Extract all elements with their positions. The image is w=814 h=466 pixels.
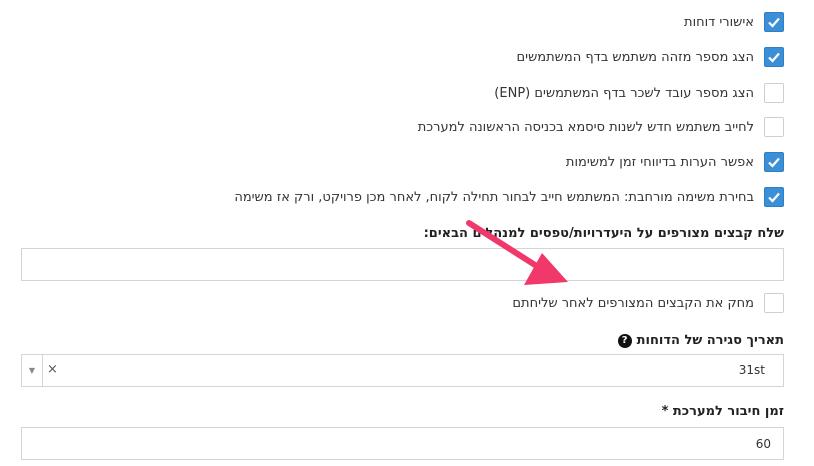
checkmark-icon <box>768 157 780 168</box>
setting-label: מחק את הקבצים המצורפים לאחר שליחתם <box>512 295 754 311</box>
closing-date-label: תאריך סגירה של הדוחות ? <box>617 333 784 348</box>
checkmark-icon <box>768 52 780 63</box>
attachments-email-input[interactable] <box>21 248 784 281</box>
closing-date-select[interactable]: ▼ × 31st <box>21 354 784 387</box>
setting-row-show-user-id[interactable]: הצג מספר מזהה משתמש בדף המשתמשים <box>517 47 784 67</box>
attachments-email-label-text: שלח קבצים מצורפים על היעדרויות/טפסים למנ… <box>423 226 784 241</box>
checkbox-report-approvals[interactable] <box>764 12 784 32</box>
checkbox-allow-time-comments[interactable] <box>764 152 784 172</box>
checkbox-force-password-change[interactable] <box>764 117 784 137</box>
setting-row-allow-time-comments[interactable]: אפשר הערות בדיווחי זמן למשימות <box>566 152 784 172</box>
setting-row-delete-attachments[interactable]: מחק את הקבצים המצורפים לאחר שליחתם <box>512 293 784 313</box>
checkmark-icon <box>768 192 780 203</box>
checkbox-delete-attachments[interactable] <box>764 293 784 313</box>
setting-row-extended-task-selection[interactable]: בחירת משימה מורחבת: המשתמש חייב לבחור תח… <box>234 187 784 207</box>
setting-label: בחירת משימה מורחבת: המשתמש חייב לבחור תח… <box>234 189 754 205</box>
session-time-label: זמן חיבור למערכת * <box>662 404 784 419</box>
attachments-email-label: שלח קבצים מצורפים על היעדרויות/טפסים למנ… <box>424 226 784 241</box>
session-time-value: 60 <box>755 437 771 451</box>
closing-date-label-text: תאריך סגירה של הדוחות <box>636 333 784 348</box>
setting-row-force-password-change[interactable]: לחייב משתמש חדש לשנות סיסמא בכניסה הראשו… <box>418 117 784 137</box>
setting-label: אפשר הערות בדיווחי זמן למשימות <box>565 154 754 170</box>
closing-date-value: 31st <box>738 363 765 377</box>
chevron-down-icon[interactable]: ▼ <box>22 355 43 386</box>
setting-row-show-payroll-number[interactable]: הצג מספר עובד לשכר בדף המשתמשים (ENP) <box>494 83 784 103</box>
question-circle-icon[interactable]: ? <box>617 333 632 348</box>
session-time-input[interactable]: 60 <box>21 427 784 460</box>
checkmark-icon <box>768 17 780 28</box>
session-time-label-text: זמן חיבור למערכת * <box>661 404 784 419</box>
checkbox-show-payroll-number[interactable] <box>764 83 784 103</box>
setting-label: אישורי דוחות <box>684 14 754 30</box>
checkbox-extended-task-selection[interactable] <box>764 187 784 207</box>
setting-label: הצג מספר עובד לשכר בדף המשתמשים (ENP) <box>494 85 754 101</box>
setting-label: הצג מספר מזהה משתמש בדף המשתמשים <box>516 49 754 65</box>
setting-row-report-approvals[interactable]: אישורי דוחות <box>684 12 784 32</box>
clear-selection-icon[interactable]: × <box>47 362 58 377</box>
setting-label: לחייב משתמש חדש לשנות סיסמא בכניסה הראשו… <box>417 119 754 135</box>
checkbox-show-user-id[interactable] <box>764 47 784 67</box>
